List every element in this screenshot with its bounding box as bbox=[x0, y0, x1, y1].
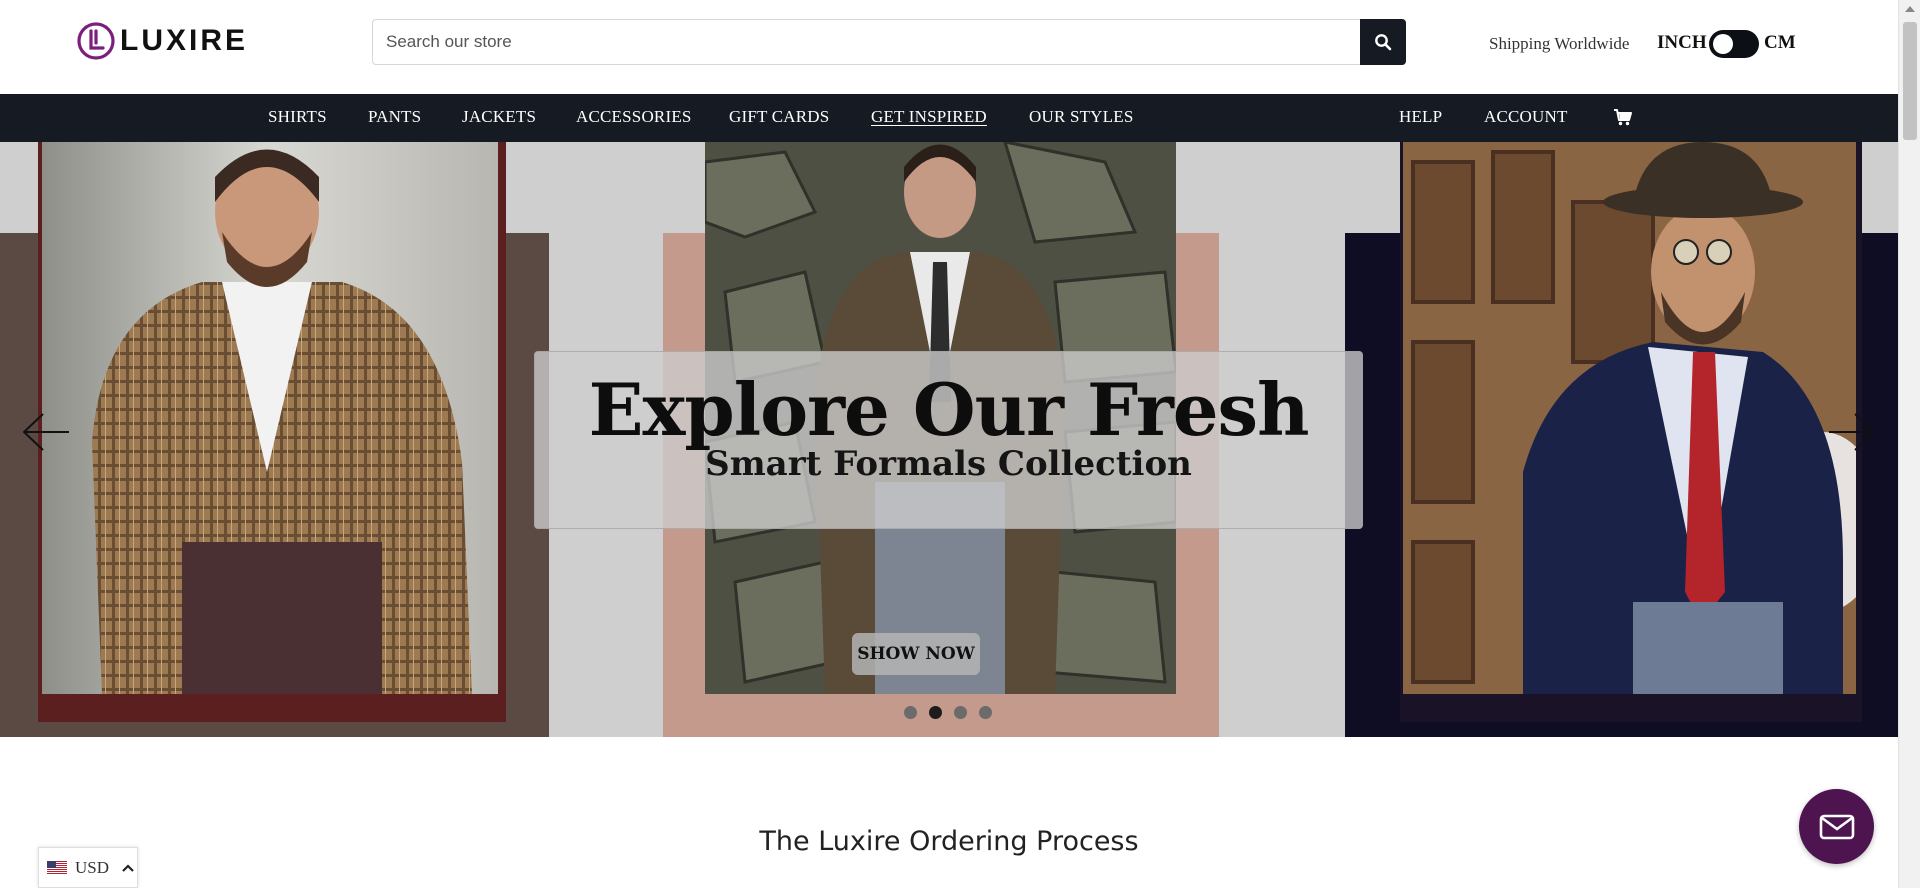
brand-name: LUXIRE bbox=[120, 24, 249, 57]
hero-caption-box: Explore Our Fresh Smart Formals Collecti… bbox=[534, 351, 1363, 529]
hero-title: Explore Our Fresh bbox=[588, 367, 1310, 452]
main-nav: SHIRTS PANTS JACKETS ACCESSORIES GIFT CA… bbox=[0, 94, 1898, 142]
scroll-up-arrow[interactable] bbox=[1905, 6, 1915, 12]
ordering-process-title: The Luxire Ordering Process bbox=[759, 826, 1139, 857]
nav-item-accessories[interactable]: ACCESSORIES bbox=[576, 107, 692, 127]
nav-item-help[interactable]: HELP bbox=[1399, 107, 1442, 127]
arrow-left-icon bbox=[22, 413, 69, 451]
carousel-dot[interactable] bbox=[929, 706, 942, 719]
scroll-thumb[interactable] bbox=[1903, 22, 1917, 140]
search-button[interactable] bbox=[1360, 19, 1406, 65]
nav-item-jackets[interactable]: JACKETS bbox=[462, 107, 536, 127]
search-input[interactable] bbox=[373, 20, 1359, 64]
hero-carousel: Explore Our Fresh Smart Formals Collecti… bbox=[0, 142, 1898, 737]
nav-item-our-styles[interactable]: OUR STYLES bbox=[1029, 107, 1133, 127]
carousel-dot[interactable] bbox=[979, 706, 992, 719]
carousel-dot[interactable] bbox=[954, 706, 967, 719]
luxire-logo[interactable]: LUXIRE bbox=[76, 20, 248, 62]
carousel-dot[interactable] bbox=[904, 706, 917, 719]
model-photo-plaid-jacket bbox=[42, 142, 498, 694]
site-header: LUXIRE Shipping Worldwide INCH CM bbox=[0, 0, 1898, 94]
search-bar bbox=[372, 19, 1406, 65]
chevron-up-icon bbox=[122, 863, 134, 872]
carousel-dots bbox=[904, 706, 992, 719]
carousel-next-button[interactable] bbox=[1827, 412, 1877, 452]
logo-icon bbox=[77, 22, 115, 60]
mail-icon bbox=[1819, 814, 1854, 839]
carousel-prev-button[interactable] bbox=[21, 412, 71, 452]
shipping-worldwide-text: Shipping Worldwide bbox=[1489, 34, 1630, 53]
page-scrollbar[interactable] bbox=[1898, 0, 1920, 888]
cart-button[interactable] bbox=[1613, 108, 1633, 131]
search-icon bbox=[1375, 34, 1392, 51]
unit-cm-label: CM bbox=[1764, 32, 1796, 53]
currency-code: USD bbox=[75, 857, 110, 877]
show-now-button[interactable]: SHOW NOW bbox=[852, 633, 980, 675]
nav-item-pants[interactable]: PANTS bbox=[368, 107, 421, 127]
nav-item-get-inspired[interactable]: GET INSPIRED bbox=[871, 107, 987, 127]
arrow-right-icon bbox=[1829, 413, 1876, 451]
unit-inch-label: INCH bbox=[1657, 32, 1707, 53]
nav-item-account[interactable]: ACCOUNT bbox=[1484, 107, 1568, 127]
model-photo-fedora bbox=[1403, 142, 1856, 694]
currency-selector[interactable]: USD bbox=[38, 847, 138, 888]
cart-icon bbox=[1614, 109, 1632, 126]
chat-button[interactable] bbox=[1799, 789, 1874, 864]
us-flag-icon bbox=[47, 861, 67, 874]
toggle-knob bbox=[1713, 34, 1733, 54]
unit-toggle[interactable] bbox=[1709, 30, 1759, 58]
nav-item-gift-cards[interactable]: GIFT CARDS bbox=[729, 107, 829, 127]
nav-item-shirts[interactable]: SHIRTS bbox=[268, 107, 327, 127]
